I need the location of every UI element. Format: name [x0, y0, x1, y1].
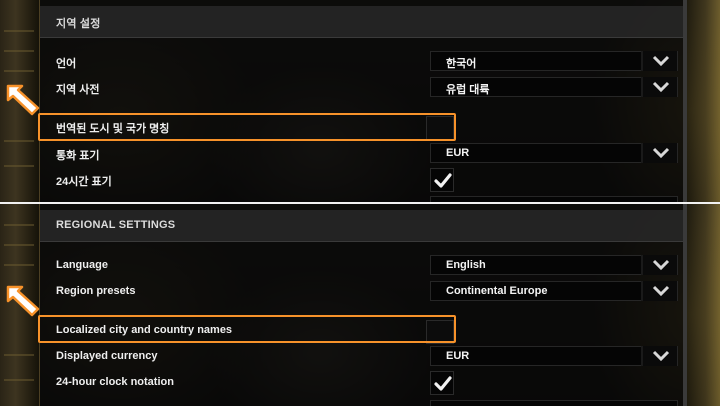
section-header: 지역 설정 — [40, 6, 683, 38]
region-presets-dropdown[interactable]: 유럽 대륙 — [430, 77, 678, 97]
clock-checkbox[interactable] — [430, 168, 454, 192]
currency-dropdown[interactable]: EUR — [430, 346, 678, 366]
truck-frame-right — [684, 0, 720, 202]
clock-label: 24-hour clock notation — [56, 376, 174, 388]
checkmark-icon — [434, 173, 452, 188]
currency-label: 통화 표기 — [56, 150, 100, 162]
clock-row: 24시간 표기 — [40, 168, 683, 192]
pointer-arrow-icon — [6, 84, 40, 116]
regional-settings-dialog: REGIONAL SETTINGS Language English Regio… — [40, 204, 683, 406]
language-dropdown[interactable]: English — [430, 255, 678, 275]
currency-row: Displayed currency EUR — [40, 346, 683, 368]
highlight-box — [38, 315, 456, 343]
language-label: 언어 — [56, 58, 77, 70]
chevron-down-icon[interactable] — [641, 51, 677, 71]
language-value: 한국어 — [446, 58, 477, 70]
region-presets-value: Continental Europe — [446, 285, 548, 297]
currency-value: EUR — [446, 147, 470, 159]
language-value: English — [446, 259, 486, 271]
pointer-arrow-icon — [6, 285, 40, 317]
currency-row: 통화 표기 EUR — [40, 143, 683, 165]
truck-frame-right — [684, 204, 720, 406]
language-label: Language — [56, 259, 108, 271]
scrollbar[interactable] — [683, 204, 687, 406]
chevron-down-icon[interactable] — [641, 255, 677, 275]
region-presets-value: 유럽 대륙 — [446, 84, 490, 96]
settings-screenshot-korean: 지역 설정 언어 한국어 지역 사전 유럽 대륙 번역된 도시 및 국가 명칭 … — [0, 0, 720, 202]
chevron-down-icon[interactable] — [641, 143, 677, 163]
language-row: Language English — [40, 255, 683, 277]
language-row: 언어 한국어 — [40, 51, 683, 73]
currency-label: Displayed currency — [56, 350, 158, 362]
scrollbar[interactable] — [683, 0, 687, 202]
currency-dropdown[interactable]: EUR — [430, 143, 678, 163]
chevron-down-icon[interactable] — [641, 77, 677, 97]
highlight-box — [38, 113, 456, 141]
section-header: REGIONAL SETTINGS — [40, 210, 683, 242]
clock-row: 24-hour clock notation — [40, 371, 683, 395]
checkmark-icon — [434, 376, 452, 391]
chevron-down-icon[interactable] — [641, 281, 677, 301]
settings-screenshot-english: REGIONAL SETTINGS Language English Regio… — [0, 204, 720, 406]
section-title: REGIONAL SETTINGS — [56, 219, 176, 231]
section-title: 지역 설정 — [56, 18, 101, 30]
clock-label: 24시간 표기 — [56, 176, 112, 188]
chevron-down-icon[interactable] — [641, 346, 677, 366]
partial-dropdown — [430, 400, 678, 406]
region-presets-dropdown[interactable]: Continental Europe — [430, 281, 678, 301]
region-presets-row: 지역 사전 유럽 대륙 — [40, 77, 683, 99]
language-dropdown[interactable]: 한국어 — [430, 51, 678, 71]
region-presets-label: Region presets — [56, 285, 136, 297]
currency-value: EUR — [446, 350, 470, 362]
clock-checkbox[interactable] — [430, 371, 454, 395]
next-row-cutoff — [40, 400, 683, 406]
regional-settings-dialog: 지역 설정 언어 한국어 지역 사전 유럽 대륙 번역된 도시 및 국가 명칭 … — [40, 0, 683, 202]
region-presets-label: 지역 사전 — [56, 84, 100, 96]
region-presets-row: Region presets Continental Europe — [40, 281, 683, 303]
